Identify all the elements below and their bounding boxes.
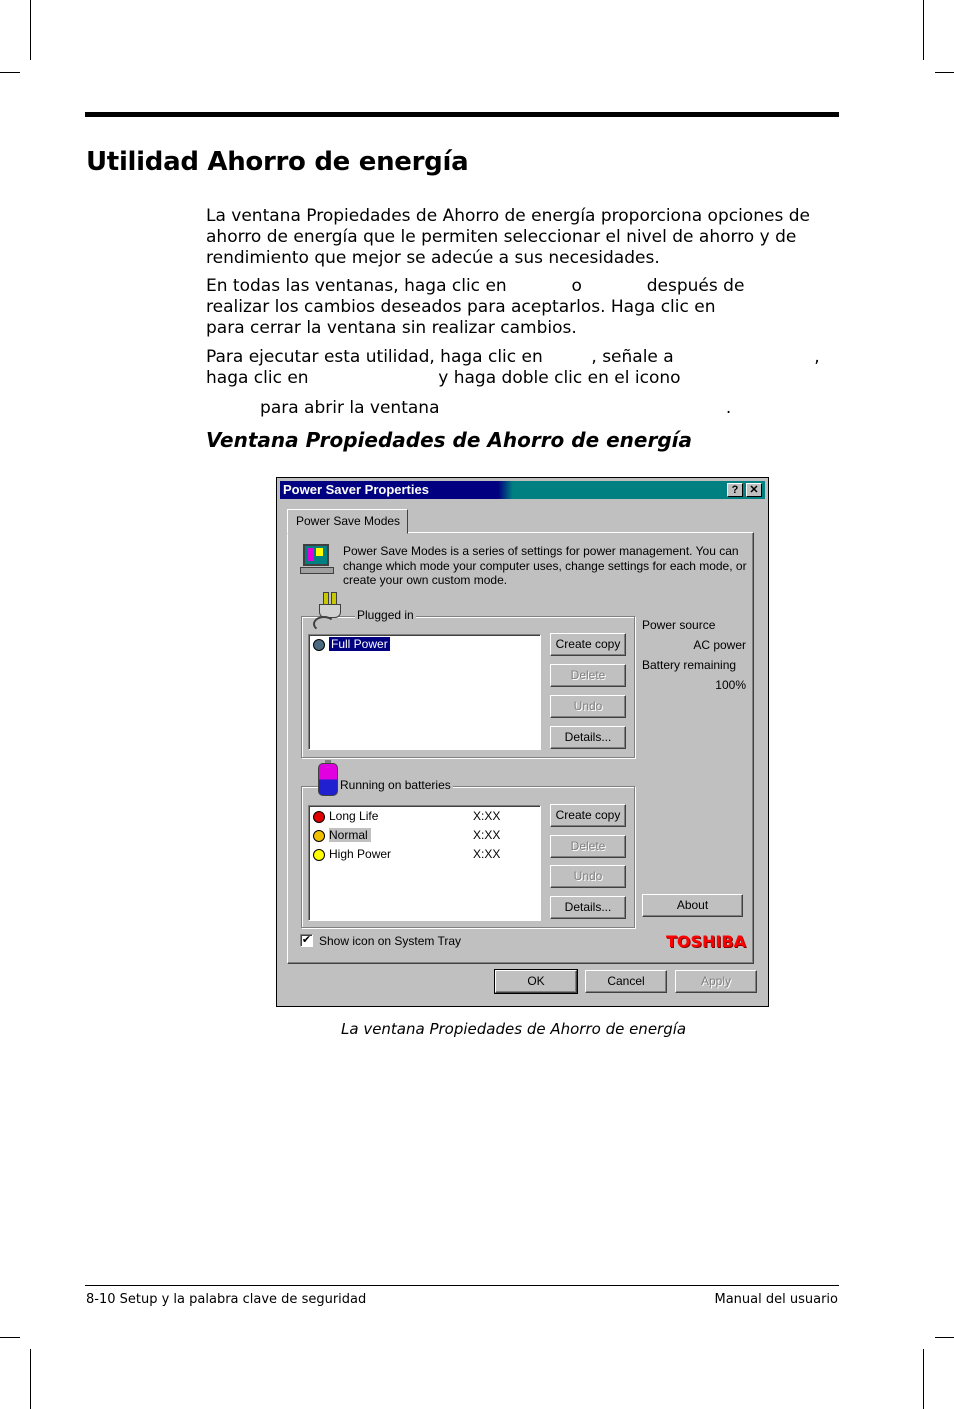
text-line: para cerrar la ventana sin realizar camb… — [206, 318, 577, 338]
mode-time: X:XX — [473, 809, 501, 823]
figure-caption: La ventana Propiedades de Ahorro de ener… — [341, 1020, 687, 1038]
text-line: Para ejecutar esta utilidad, haga clic e… — [206, 347, 820, 367]
mode-name: High Power — [329, 847, 392, 861]
manual-page: Utilidad Ahorro de energía La ventana Pr… — [0, 0, 954, 1409]
footer-rule — [85, 1285, 839, 1286]
tab-label: Power Save Modes — [296, 514, 401, 528]
text-line: En todas las ventanas, haga clic en o de… — [206, 276, 745, 296]
paragraph-3: Para ejecutar esta utilidad, haga clic e… — [206, 347, 820, 419]
text-line: para abrir la ventana . — [206, 398, 732, 418]
battery-remaining-value: 100% — [715, 678, 746, 692]
battery-remaining-label: Battery remaining — [642, 658, 737, 672]
batteries-list[interactable]: Long Life X:XX Normal X:XX High Power X:XX — [308, 805, 541, 921]
footer-right: Manual del usuario — [714, 1292, 839, 1307]
create-copy-button[interactable]: Create copy — [550, 633, 626, 656]
crop-mark — [0, 1337, 20, 1338]
details-button[interactable]: Details... — [550, 896, 626, 919]
about-button[interactable]: About — [642, 894, 743, 917]
text-line: rendimiento que mejor se adecúe a sus ne… — [206, 248, 660, 268]
paragraph-2: En todas las ventanas, haga clic en o de… — [206, 276, 744, 339]
text-line: realizar los cambios deseados para acept… — [206, 297, 716, 317]
text-line: ahorro de energía que le permiten selecc… — [206, 227, 797, 247]
page-title: Utilidad Ahorro de energía — [86, 147, 469, 177]
delete-button[interactable]: Delete — [550, 835, 626, 858]
footer-left: 8-10 Setup y la palabra clave de segurid… — [86, 1292, 367, 1307]
list-item-normal[interactable]: Normal X:XX — [313, 827, 533, 844]
details-button[interactable]: Details... — [550, 726, 626, 749]
header-rule — [85, 112, 839, 117]
crop-mark — [935, 1337, 954, 1338]
show-icon-label: Show icon on System Tray — [319, 934, 462, 948]
plug-icon — [313, 592, 345, 632]
tab-power-save-modes[interactable]: Power Save Modes — [287, 509, 408, 534]
power-source-value: AC power — [693, 638, 746, 652]
text-line: create your own custom mode. — [343, 573, 508, 587]
crop-mark — [935, 72, 954, 73]
text-line: Power Save Modes is a series of settings… — [343, 544, 739, 558]
help-button[interactable]: ? — [727, 483, 743, 497]
power-management-icon — [300, 543, 334, 577]
mode-name: Long Life — [329, 809, 379, 823]
show-icon-checkbox[interactable]: ✔ — [300, 934, 313, 947]
mode-icon — [313, 829, 325, 842]
list-item-long-life[interactable]: Long Life X:XX — [313, 808, 533, 825]
mode-icon — [313, 810, 325, 823]
crop-mark — [0, 72, 20, 73]
title-bar: Power Saver Properties — [280, 481, 765, 499]
mode-icon — [313, 638, 325, 651]
undo-button[interactable]: Undo — [550, 865, 626, 888]
close-button[interactable]: ✕ — [746, 483, 762, 497]
plugged-in-list[interactable]: Full Power — [308, 634, 541, 750]
section-heading: Ventana Propiedades de Ahorro de energía — [206, 428, 692, 452]
window-title: Power Saver Properties — [283, 482, 429, 497]
cancel-button[interactable]: Cancel — [585, 970, 667, 993]
mode-time: X:XX — [473, 828, 501, 842]
delete-button[interactable]: Delete — [550, 664, 626, 687]
crop-mark — [923, 0, 924, 60]
crop-mark — [30, 0, 31, 60]
mode-name: Full Power — [328, 636, 391, 652]
text-line: haga clic en y haga doble clic en el ico… — [206, 368, 681, 388]
power-source-label: Power source — [642, 618, 716, 632]
mode-icon — [313, 848, 325, 861]
toshiba-logo: TOSHIBA — [666, 932, 746, 951]
crop-mark — [30, 1349, 31, 1409]
mode-time: X:XX — [473, 847, 501, 861]
power-saver-properties-window: Power Saver Properties ? ✕ Power Save Mo… — [276, 477, 769, 1007]
create-copy-button[interactable]: Create copy — [550, 804, 626, 827]
undo-button[interactable]: Undo — [550, 695, 626, 718]
paragraph-1: La ventana Propiedades de Ahorro de ener… — [206, 206, 810, 269]
battery-icon — [318, 760, 338, 796]
plugged-in-label: Plugged in — [355, 608, 416, 622]
list-item-high-power[interactable]: High Power X:XX — [313, 846, 533, 863]
list-item-full-power[interactable]: Full Power — [313, 636, 391, 653]
batteries-label: Running on batteries — [338, 778, 453, 792]
text-line: change which mode your computer uses, ch… — [343, 558, 747, 573]
mode-name: Normal — [329, 828, 371, 842]
ok-button[interactable]: OK — [494, 969, 578, 994]
text-line: La ventana Propiedades de Ahorro de ener… — [206, 206, 810, 226]
description: Power Save Modes is a series of settings… — [343, 544, 747, 588]
crop-mark — [923, 1349, 924, 1409]
apply-button[interactable]: Apply — [675, 970, 757, 993]
